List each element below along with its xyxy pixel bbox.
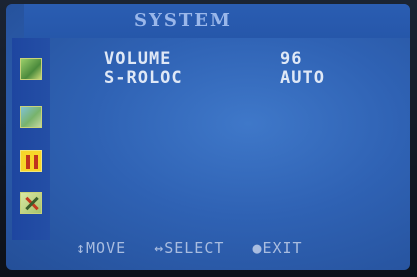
tools-icon[interactable] (20, 150, 42, 172)
volume-label: VOLUME (104, 49, 172, 69)
footer-hints: ↕MOVE ↔SELECT ●EXIT (76, 239, 321, 257)
system-icon[interactable] (20, 192, 42, 214)
picture-icon[interactable] (20, 58, 42, 80)
s-roloc-label: S-ROLOC (104, 68, 183, 88)
move-hint: ↕MOVE (76, 239, 127, 257)
image-settings-icon[interactable] (20, 106, 42, 128)
select-hint: ↔SELECT (154, 239, 225, 257)
s-roloc-value: AUTO (280, 68, 325, 88)
title-bar: SYSTEM (24, 4, 410, 38)
volume-value: 96 (280, 49, 303, 69)
icon-sidebar (12, 38, 50, 240)
exit-hint: ●EXIT (252, 239, 303, 257)
menu-title: SYSTEM (134, 10, 232, 31)
osd-screen: SYSTEM VOLUME 96 S-ROLOC AUTO ↕MOVE ↔SEL… (6, 4, 410, 270)
